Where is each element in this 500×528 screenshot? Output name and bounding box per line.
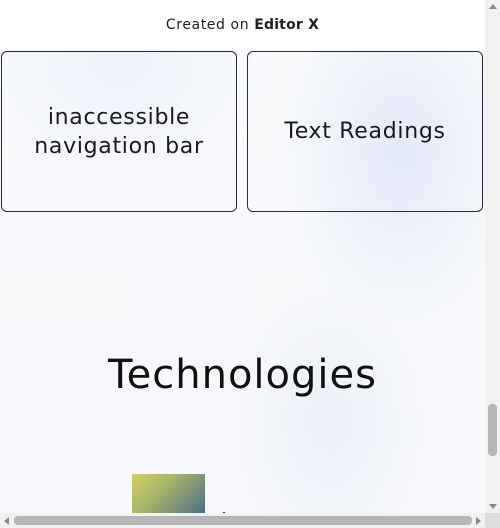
editor-x-banner[interactable]: Created on Editor X [0, 0, 485, 50]
scroll-down-arrow-icon[interactable] [489, 504, 497, 509]
vertical-scrollbar[interactable] [485, 0, 500, 513]
vertical-scroll-thumb[interactable] [488, 404, 497, 456]
scroll-right-arrow-icon[interactable] [476, 517, 481, 525]
scroll-left-arrow-icon[interactable] [4, 517, 9, 525]
scrollbar-corner [485, 513, 500, 528]
feature-card-label: inaccessible navigation bar [34, 104, 204, 159]
feature-card-navigation[interactable]: inaccessible navigation bar [1, 51, 237, 212]
technologies-heading: Technologies [108, 352, 377, 398]
editor-x-logo[interactable]: Editor X [254, 17, 319, 33]
feature-card-label: Text Readings [284, 119, 446, 144]
horizontal-scrollbar[interactable] [0, 513, 485, 528]
banner-prefix-text: Created on [165, 17, 250, 33]
page-viewport: Created on Editor X inaccessible navigat… [0, 0, 485, 513]
scroll-up-arrow-icon[interactable] [489, 4, 497, 9]
horizontal-scroll-thumb[interactable] [14, 516, 472, 525]
technology-image [132, 474, 205, 513]
feature-card-text-readings[interactable]: Text Readings [247, 51, 483, 212]
